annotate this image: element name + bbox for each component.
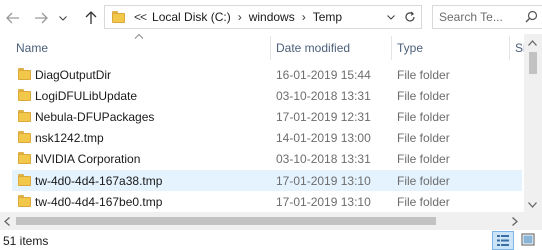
navigation-bar: << Local Disk (C:) › windows › Temp	[0, 0, 542, 34]
file-name: Nebula-DFUPackages	[35, 110, 155, 124]
file-row[interactable]: nsk1242.tmp 14-01-2019 13:00 File folder	[12, 127, 522, 148]
folder-icon	[18, 174, 31, 186]
up-arrow-icon	[85, 11, 97, 24]
chevron-down-icon	[387, 14, 395, 20]
file-row[interactable]: NVIDIA Corporation 03-10-2018 13:31 File…	[12, 148, 522, 169]
details-view-button[interactable]	[492, 231, 514, 250]
recent-locations-button[interactable]	[56, 7, 70, 29]
forward-arrow-icon	[35, 12, 48, 24]
folder-icon	[18, 110, 31, 122]
column-divider[interactable]	[391, 36, 392, 60]
file-row[interactable]: Nebula-DFUPackages 17-01-2019 12:31 File…	[12, 106, 522, 127]
file-type: File folder	[397, 68, 450, 82]
large-icons-view-icon	[521, 233, 535, 246]
scroll-down-icon[interactable]	[528, 202, 537, 208]
folder-icon	[18, 131, 31, 143]
refresh-icon	[405, 11, 415, 22]
details-view-icon	[497, 235, 509, 246]
sort-ascending-icon	[134, 33, 144, 39]
file-list: DiagOutputDir 16-01-2019 15:44 File fold…	[0, 64, 524, 212]
folder-icon	[18, 68, 31, 80]
folder-icon	[112, 11, 128, 23]
folder-icon	[18, 89, 31, 101]
column-divider[interactable]	[270, 36, 271, 60]
folder-icon	[18, 152, 31, 164]
file-date: 03-10-2018 13:31	[276, 152, 371, 166]
file-name: NVIDIA Corporation	[35, 152, 141, 166]
column-size[interactable]: Size	[515, 41, 524, 55]
search-input[interactable]	[439, 10, 519, 24]
file-row[interactable]: LogiDFULibUpdate 03-10-2018 13:31 File f…	[12, 85, 522, 106]
breadcrumb-separator-icon[interactable]: ›	[302, 10, 306, 24]
file-row[interactable]: DiagOutputDir 16-01-2019 15:44 File fold…	[12, 64, 522, 85]
file-type: File folder	[397, 152, 450, 166]
file-type: File folder	[397, 174, 450, 188]
file-date: 17-01-2019 12:31	[276, 110, 371, 124]
item-count: 51 items	[3, 234, 49, 248]
scroll-right-icon[interactable]	[512, 217, 518, 226]
file-date: 17-01-2019 13:10	[276, 195, 371, 209]
file-name: DiagOutputDir	[35, 68, 112, 82]
back-arrow-icon	[6, 12, 19, 24]
file-row[interactable]: tw-4d0-4d4-167be0.tmp 17-01-2019 13:10 F…	[12, 191, 522, 212]
horizontal-scroll-thumb[interactable]	[16, 217, 436, 225]
address-overflow[interactable]: <<	[134, 10, 147, 24]
column-type[interactable]: Type	[397, 41, 423, 55]
horizontal-scrollbar[interactable]	[0, 212, 524, 230]
column-name[interactable]: Name	[16, 41, 48, 55]
forward-button[interactable]	[30, 7, 52, 29]
scroll-left-icon[interactable]	[4, 217, 10, 226]
file-name: LogiDFULibUpdate	[35, 89, 138, 103]
refresh-button[interactable]	[402, 9, 418, 25]
file-date: 03-10-2018 13:31	[276, 89, 371, 103]
breadcrumb-separator-icon[interactable]: ›	[238, 10, 242, 24]
back-button[interactable]	[2, 7, 24, 29]
scrollbar-corner	[524, 212, 542, 230]
file-type: File folder	[397, 195, 450, 209]
file-type: File folder	[397, 89, 450, 103]
breadcrumb-windows[interactable]: windows	[249, 10, 295, 24]
search-icon[interactable]	[525, 10, 538, 26]
file-row-selected[interactable]: tw-4d0-4d4-167a38.tmp 17-01-2019 13:10 F…	[12, 170, 522, 191]
column-date-modified[interactable]: Date modified	[276, 41, 350, 55]
column-divider[interactable]	[509, 36, 510, 60]
address-dropdown-button[interactable]	[385, 11, 397, 23]
file-name: tw-4d0-4d4-167a38.tmp	[35, 174, 163, 188]
status-bar: 51 items	[0, 230, 542, 250]
folder-icon	[18, 195, 31, 207]
breadcrumb-temp[interactable]: Temp	[313, 10, 342, 24]
search-box[interactable]	[432, 5, 542, 29]
address-bar[interactable]: << Local Disk (C:) › windows › Temp	[104, 5, 422, 29]
file-name: nsk1242.tmp	[35, 131, 104, 145]
chevron-down-icon	[59, 15, 67, 21]
file-name: tw-4d0-4d4-167be0.tmp	[35, 195, 163, 209]
vertical-scrollbar[interactable]	[524, 34, 542, 212]
scroll-up-icon[interactable]	[528, 40, 537, 46]
file-type: File folder	[397, 110, 450, 124]
large-icons-view-button[interactable]	[518, 231, 540, 250]
file-date: 14-01-2019 13:00	[276, 131, 371, 145]
column-header-row	[0, 34, 524, 60]
file-type: File folder	[397, 131, 450, 145]
vertical-scroll-thumb[interactable]	[529, 52, 537, 74]
breadcrumb-local-disk[interactable]: Local Disk (C:)	[152, 10, 231, 24]
file-date: 16-01-2019 15:44	[276, 68, 371, 82]
file-date: 17-01-2019 13:10	[276, 174, 371, 188]
up-button[interactable]	[80, 7, 102, 29]
